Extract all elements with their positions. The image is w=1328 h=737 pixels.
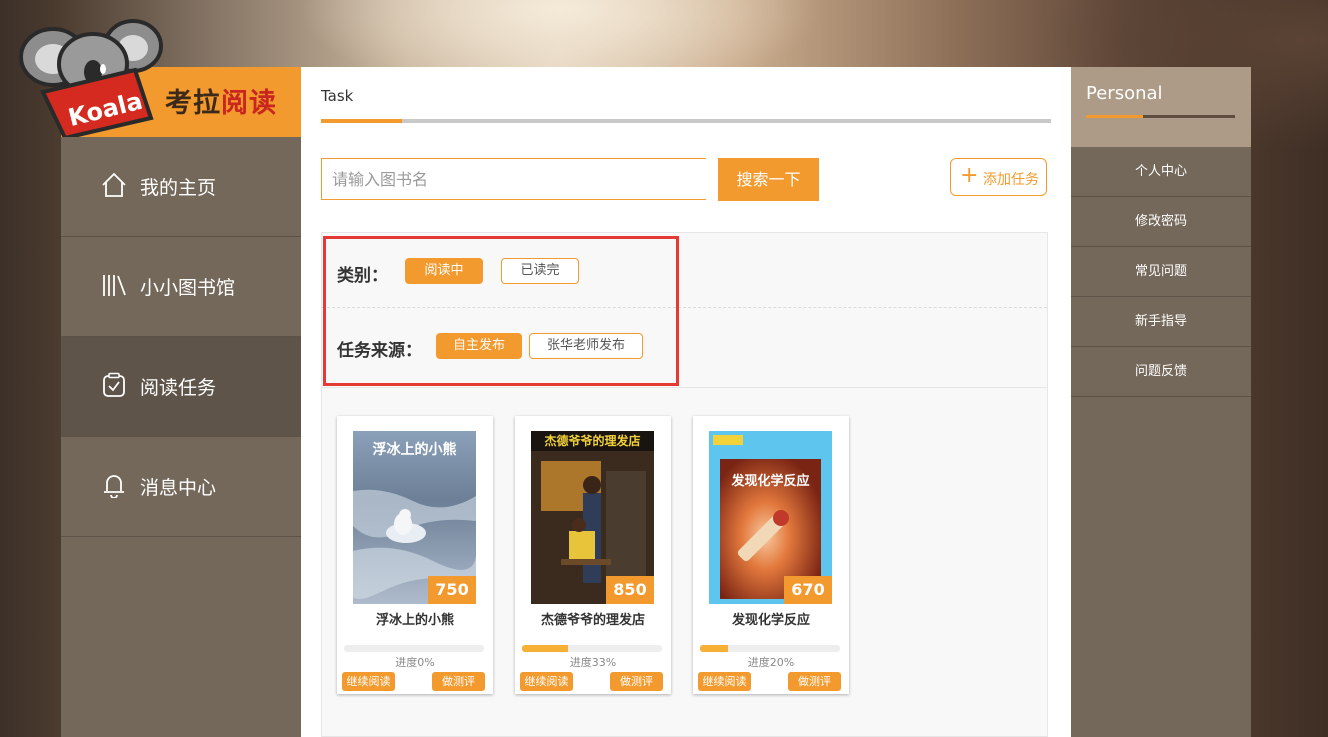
progress-bar <box>522 645 662 652</box>
take-test-button[interactable]: 做测评 <box>610 672 663 691</box>
personal-menu: 个人中心 修改密码 常见问题 新手指导 问题反馈 <box>1071 147 1251 737</box>
sidebar: 我的主页 小小图书馆 阅读任务 消息中心 <box>61 137 301 737</box>
personal-title: Personal <box>1086 83 1163 104</box>
progress-fill <box>700 645 728 652</box>
library-icon <box>103 275 126 296</box>
add-task-button[interactable]: + 添加任务 <box>950 158 1047 196</box>
progress-text: 进度0% <box>395 656 435 669</box>
personal-title-underline <box>1086 115 1235 118</box>
search-input[interactable] <box>321 158 706 200</box>
sidebar-item-home[interactable]: 我的主页 <box>61 137 301 237</box>
take-test-button[interactable]: 做测评 <box>788 672 841 691</box>
sidebar-item-label: 消息中心 <box>140 477 217 499</box>
progress-bar <box>344 645 484 652</box>
sidebar-item-label: 阅读任务 <box>140 377 217 399</box>
book-cover-title: 杰德爷爷的理发店 <box>544 433 640 448</box>
filter-bottom-border <box>322 387 1047 388</box>
book-card[interactable]: 杰德爷爷的理发店 850 杰德爷爷的理发店 进度33% 继续阅读 做测评 <box>515 416 671 694</box>
book-score: 670 <box>784 576 832 604</box>
book-card[interactable]: 发现化学反应 670 发现化学反应 进度20% 继续阅读 做测评 <box>693 416 849 694</box>
main-content: Task 搜索一下 + 添加任务 类别： 阅读中 已读完 任务来源： 自主发布 … <box>301 67 1071 737</box>
continue-reading-button[interactable]: 继续阅读 <box>342 672 395 691</box>
personal-title-indicator <box>1086 115 1143 118</box>
book-cover-title: 发现化学反应 <box>730 473 809 489</box>
clipboard-check-icon <box>103 372 125 397</box>
sidebar-item-library[interactable]: 小小图书馆 <box>61 237 301 337</box>
menu-item-personal-center[interactable]: 个人中心 <box>1071 147 1251 197</box>
progress-text: 进度20% <box>747 656 795 669</box>
brand-title-prefix: 考拉 <box>165 88 221 119</box>
brand-title: 考拉阅读 <box>165 81 277 120</box>
personal-header: Personal <box>1071 67 1251 147</box>
sidebar-item-label: 我的主页 <box>140 177 217 199</box>
koala-logo-icon: Koala <box>19 19 163 140</box>
home-icon <box>102 172 126 197</box>
continue-reading-button[interactable]: 继续阅读 <box>698 672 751 691</box>
book-title: 杰德爷爷的理发店 <box>540 613 645 628</box>
menu-item-change-password[interactable]: 修改密码 <box>1071 197 1251 247</box>
book-cover-title: 浮冰上的小熊 <box>373 441 457 458</box>
book-score: 750 <box>428 576 476 604</box>
tab-indicator <box>321 119 402 123</box>
menu-item-beginner-guide[interactable]: 新手指导 <box>1071 297 1251 347</box>
continue-reading-button[interactable]: 继续阅读 <box>520 672 573 691</box>
book-card[interactable]: 浮冰上的小熊 750 浮冰上的小熊 进度0% 继续阅读 做测评 <box>337 416 493 694</box>
add-task-label: 添加任务 <box>983 172 1039 188</box>
progress-bar <box>700 645 840 652</box>
sidebar-item-label: 小小图书馆 <box>140 277 236 299</box>
search-button[interactable]: 搜索一下 <box>718 158 819 201</box>
tab-track <box>321 119 1051 123</box>
filter-highlight-box <box>323 236 679 386</box>
sidebar-item-messages[interactable]: 消息中心 <box>61 437 301 537</box>
menu-item-feedback[interactable]: 问题反馈 <box>1071 347 1251 397</box>
book-score: 850 <box>606 576 654 604</box>
sidebar-item-reading-task[interactable]: 阅读任务 <box>61 337 301 437</box>
book-cover[interactable]: 杰德爷爷的理发店 850 <box>531 431 654 604</box>
progress-fill <box>522 645 569 652</box>
filter-panel: 类别： 阅读中 已读完 任务来源： 自主发布 张华老师发布 浮冰上的小熊 750… <box>321 232 1048 737</box>
progress-text: 进度33% <box>569 656 617 669</box>
take-test-button[interactable]: 做测评 <box>432 672 485 691</box>
book-title: 浮冰上的小熊 <box>375 613 454 628</box>
book-cover[interactable]: 浮冰上的小熊 750 <box>353 431 476 604</box>
plus-icon: + <box>960 163 979 188</box>
book-title: 发现化学反应 <box>731 613 810 628</box>
tab-task[interactable]: Task <box>321 87 353 105</box>
brand-title-highlight: 阅读 <box>221 88 277 119</box>
bell-icon <box>104 475 124 498</box>
book-cover[interactable]: 发现化学反应 670 <box>709 431 832 604</box>
menu-item-faq[interactable]: 常见问题 <box>1071 247 1251 297</box>
